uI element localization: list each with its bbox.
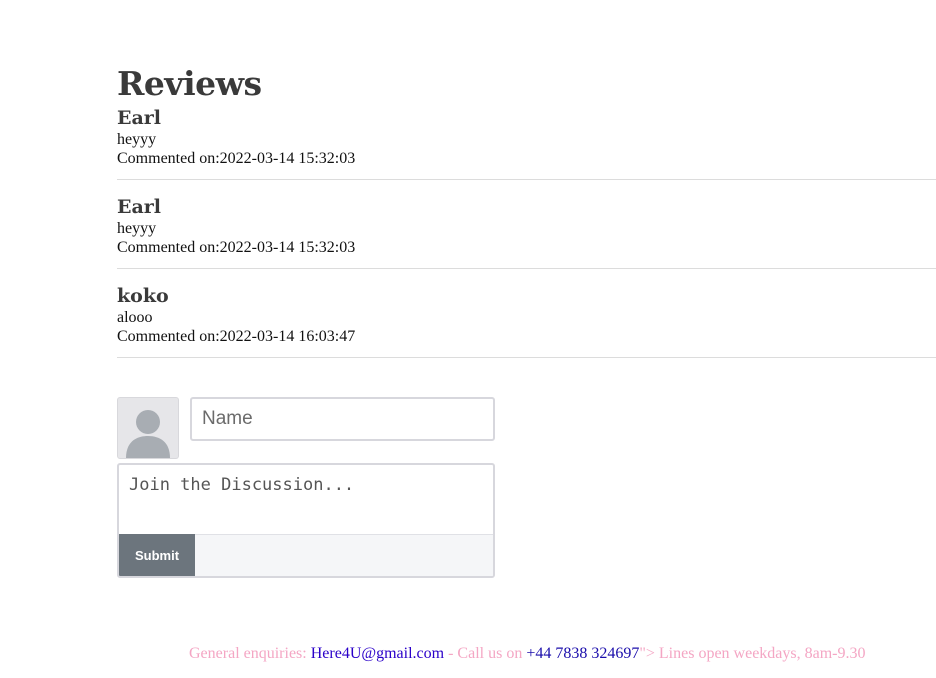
review-author: Earl: [117, 196, 162, 218]
review-item: Earl heyyy Commented on:2022-03-14 15:32…: [117, 195, 936, 269]
comment-form: Submit: [117, 397, 495, 578]
footer-suffix: "> Lines open weekdays, 8am-9.30: [639, 645, 866, 662]
form-top-row: [117, 397, 495, 460]
review-author: Earl: [117, 107, 162, 129]
phone-link[interactable]: +44 7838 324697: [526, 645, 639, 662]
page: Reviews Earl heyyy Commented on:2022-03-…: [0, 0, 936, 678]
comment-textarea[interactable]: [119, 465, 493, 535]
name-input[interactable]: [190, 397, 495, 441]
review-text: alooo: [117, 309, 153, 326]
avatar: [117, 397, 179, 459]
review-text: heyyy: [117, 131, 157, 148]
review-date: Commented on:2022-03-14 16:03:47: [117, 328, 356, 345]
review-text: heyyy: [117, 220, 157, 237]
footer-middle: - Call us on: [444, 645, 527, 662]
comment-box: Submit: [117, 463, 495, 578]
footer-contact: General enquiries: Here4U@gmail.com - Ca…: [189, 645, 866, 663]
review-item: koko alooo Commented on:2022-03-14 16:03…: [117, 284, 936, 358]
review-author: koko: [117, 285, 169, 307]
user-silhouette-icon: [126, 410, 170, 458]
footer-prefix: General enquiries:: [189, 645, 311, 662]
email-link[interactable]: Here4U@gmail.com: [311, 645, 444, 662]
reviews-section: Reviews Earl heyyy Commented on:2022-03-…: [117, 62, 936, 373]
review-date: Commented on:2022-03-14 15:32:03: [117, 150, 356, 167]
reviews-title: Reviews: [117, 64, 262, 103]
review-date: Commented on:2022-03-14 15:32:03: [117, 239, 356, 256]
submit-button[interactable]: Submit: [119, 534, 195, 576]
review-item: Earl heyyy Commented on:2022-03-14 15:32…: [117, 106, 936, 180]
